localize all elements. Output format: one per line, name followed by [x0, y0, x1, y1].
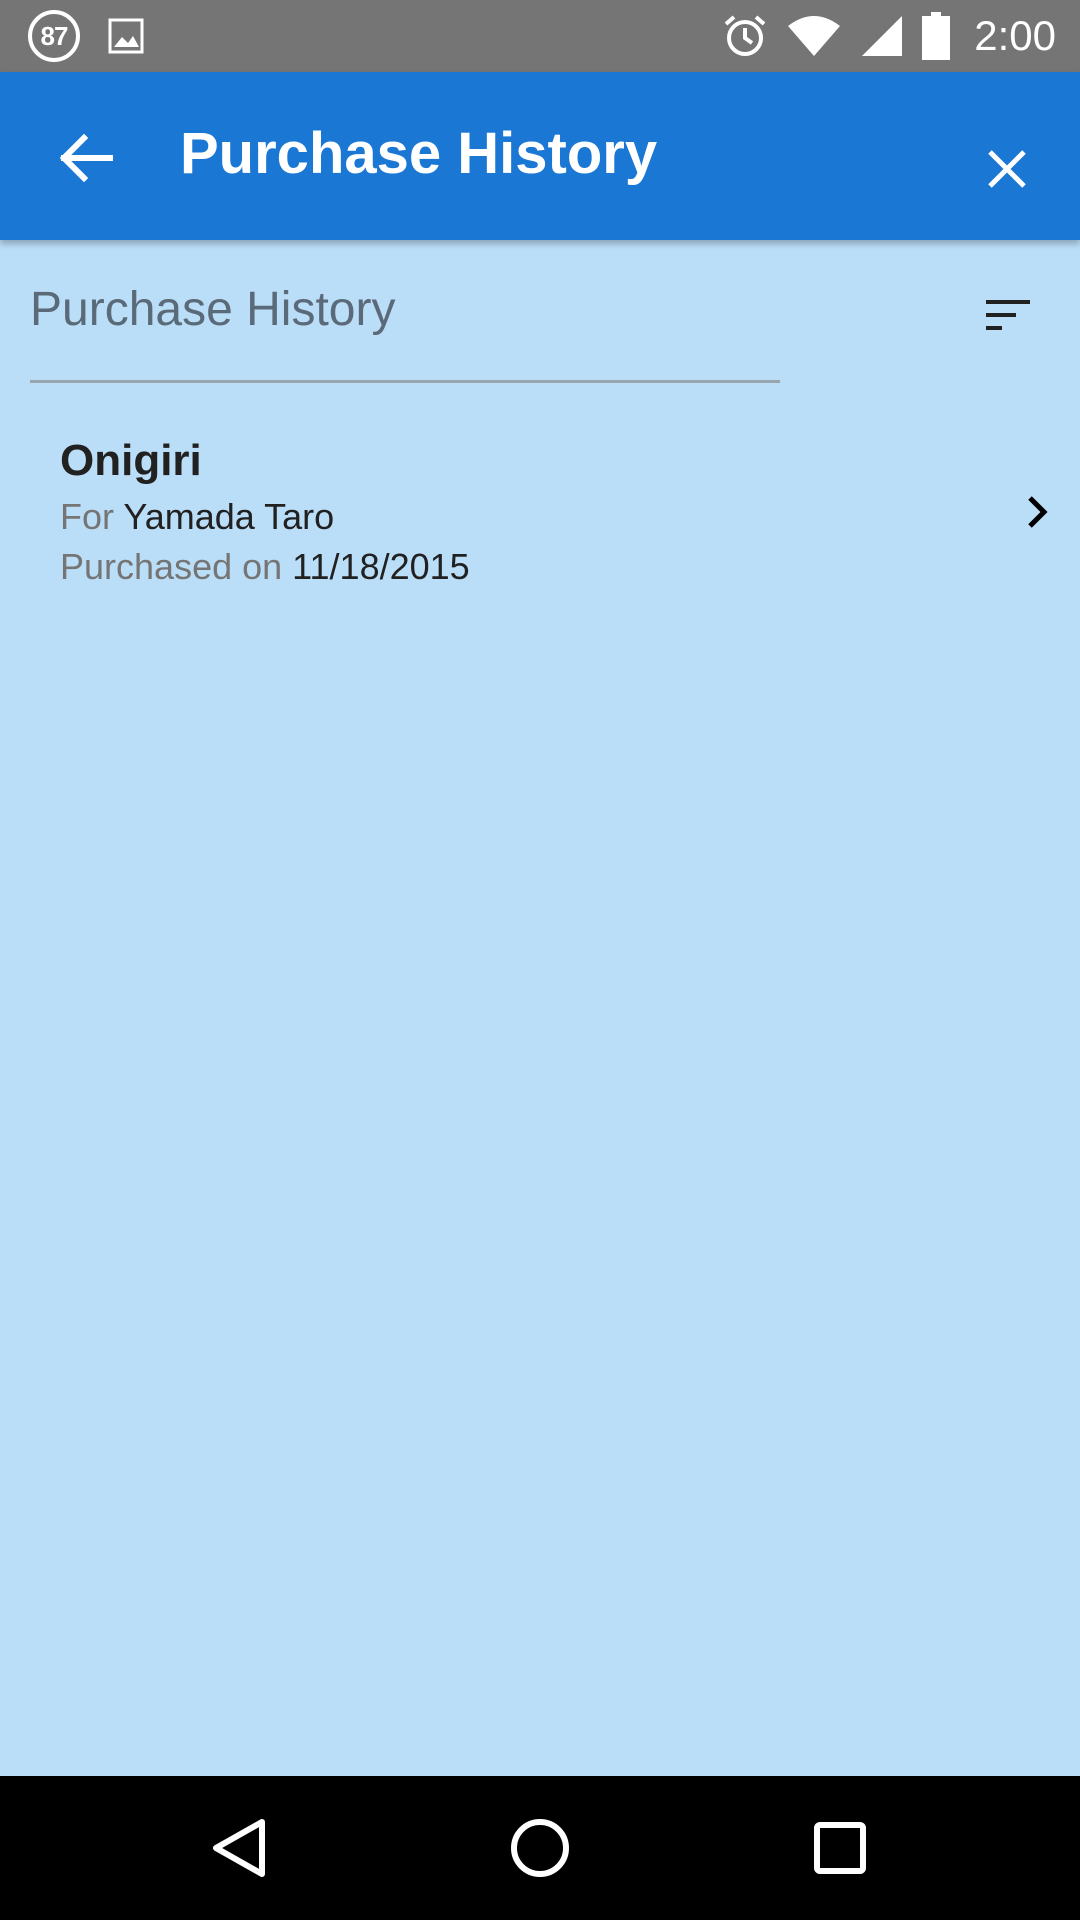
arrow-back-icon[interactable]: [54, 126, 118, 190]
date-label: Purchased on: [60, 546, 283, 587]
clock: 2:00: [974, 12, 1056, 59]
back-triangle-icon[interactable]: [204, 1812, 276, 1884]
purchase-recipient: For Yamada Taro: [60, 496, 334, 538]
purchase-list-item[interactable]: Onigiri For Yamada Taro Purchased on 11/…: [0, 420, 1080, 600]
section-header: Purchase History: [30, 282, 780, 337]
battery-icon: [922, 12, 951, 60]
date-value: 11/18/2015: [292, 546, 470, 587]
notification-count: 87: [40, 20, 69, 51]
status-bar: 87 2:00: [0, 0, 1080, 72]
sort-icon[interactable]: [986, 298, 1030, 332]
page-title: Purchase History: [180, 121, 658, 186]
notification-count-badge: 87: [28, 10, 80, 62]
section-divider: [30, 380, 780, 383]
image-icon: [108, 18, 144, 54]
chevron-right-icon: [1028, 496, 1048, 528]
app-bar: Purchase History: [0, 72, 1080, 240]
purchase-date: Purchased on 11/18/2015: [60, 546, 470, 588]
alarm-icon: [724, 15, 766, 56]
close-icon[interactable]: [982, 144, 1032, 194]
signal-icon: [862, 16, 903, 56]
section-title: Purchase History: [30, 283, 396, 336]
recents-square-icon[interactable]: [804, 1812, 876, 1884]
system-nav-bar: [0, 1776, 1080, 1920]
purchase-item-name: Onigiri: [60, 436, 202, 485]
wifi-icon: [788, 16, 841, 56]
for-value: Yamada Taro: [123, 496, 335, 537]
for-label: For: [60, 496, 114, 537]
home-circle-icon[interactable]: [504, 1812, 576, 1884]
